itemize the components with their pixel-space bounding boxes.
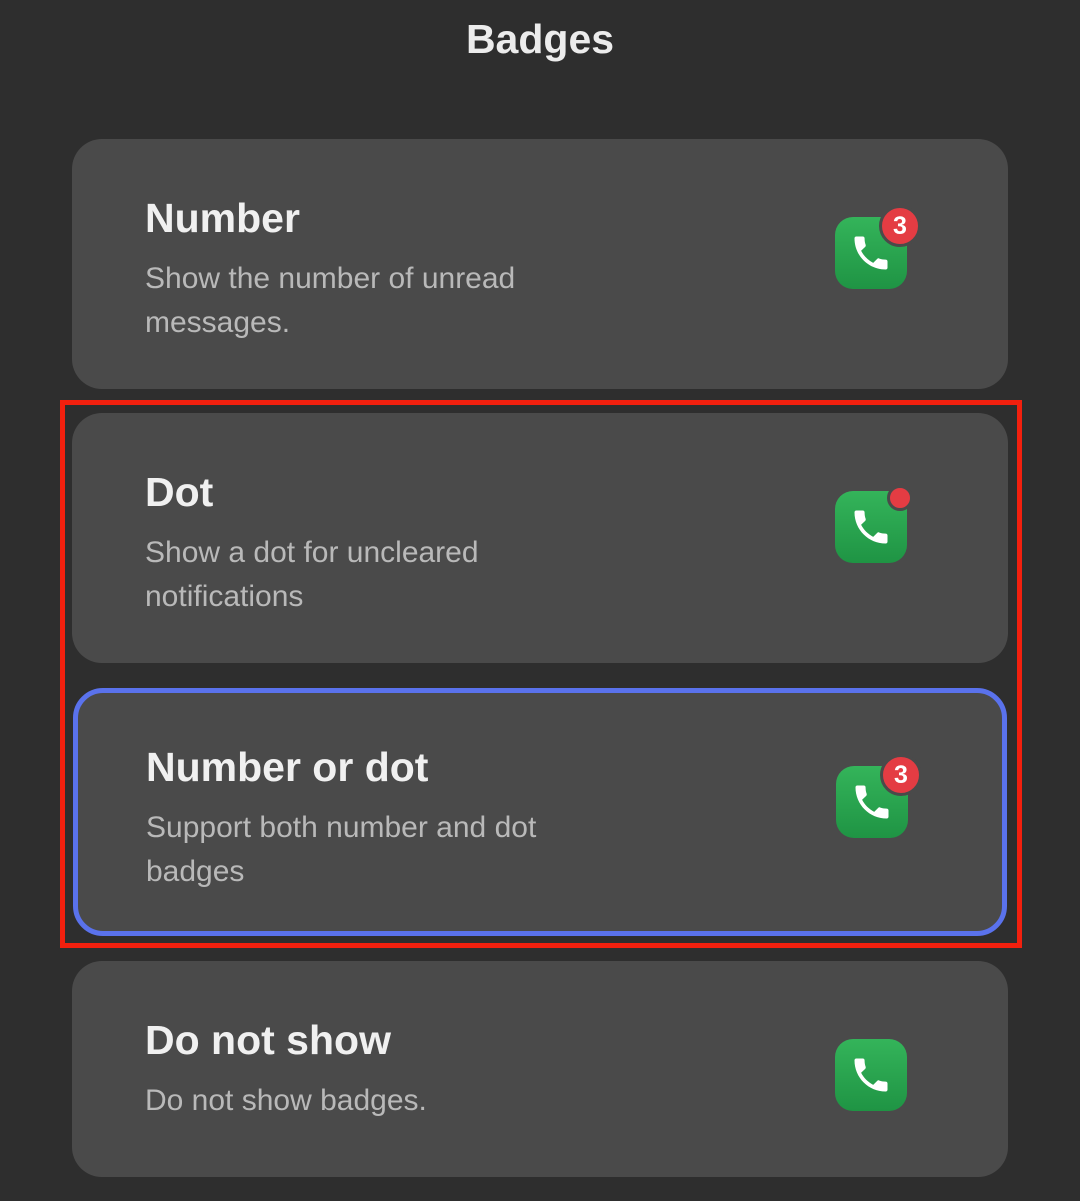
page-title: Badges: [465, 16, 615, 62]
phone-app-icon: [835, 1039, 907, 1111]
option-dot-card[interactable]: Dot Show a dot for uncleared notificatio…: [72, 413, 1008, 663]
option-do-not-show-card[interactable]: Do not show Do not show badges.: [72, 961, 1008, 1177]
option-description: Show a dot for uncleared notifications: [145, 536, 479, 613]
number-badge: 3: [879, 205, 921, 247]
option-description: Support both number and dot badges: [146, 811, 537, 888]
option-title: Number: [145, 195, 300, 241]
option-description: Show the number of unread messages.: [145, 262, 516, 339]
phone-icon: [854, 1058, 888, 1092]
phone-app-icon: [835, 485, 913, 563]
option-number-or-dot-card[interactable]: Number or dot Support both number and do…: [73, 688, 1007, 936]
option-title: Dot: [145, 469, 214, 515]
option-description: Do not show badges.: [145, 1084, 427, 1117]
phone-app-icon: 3: [835, 205, 921, 289]
option-title: Do not show: [145, 1017, 391, 1063]
phone-app-icon: 3: [836, 754, 922, 838]
dot-badge: [887, 485, 913, 511]
number-badge: 3: [880, 754, 922, 796]
option-title: Number or dot: [146, 744, 429, 790]
option-number-card[interactable]: Number Show the number of unread message…: [72, 139, 1008, 389]
phone-icon: [854, 510, 888, 544]
badges-settings-page: Badges Number Show the number of unread …: [0, 0, 1080, 1201]
